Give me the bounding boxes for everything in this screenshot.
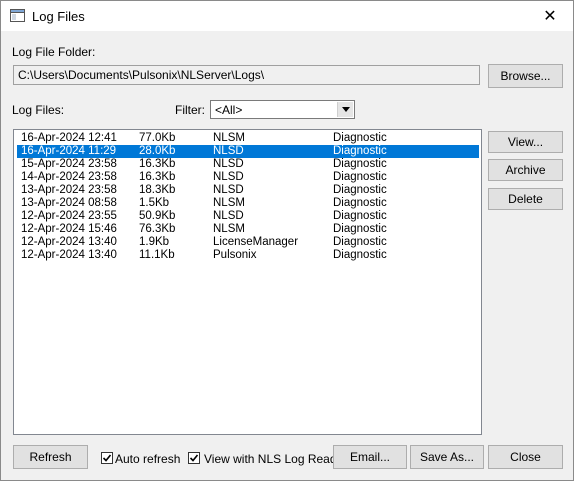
view-button-label: View...	[507, 135, 544, 149]
row-size: 28.0Kb	[139, 145, 176, 157]
row-date: 12-Apr-2024 13:40	[21, 249, 117, 261]
row-source: NLSD	[213, 158, 244, 170]
browse-button-label: Browse...	[500, 69, 551, 83]
row-type: Diagnostic	[333, 249, 387, 261]
row-date: 12-Apr-2024 15:46	[21, 223, 117, 235]
close-icon[interactable]: ✕	[527, 1, 573, 31]
row-source: NLSD	[213, 210, 244, 222]
delete-button-label: Delete	[508, 192, 543, 206]
row-source: NLSM	[213, 132, 245, 144]
row-source: NLSD	[213, 145, 244, 157]
auto-refresh-label[interactable]: Auto refresh	[115, 452, 180, 466]
table-row[interactable]: 13-Apr-2024 23:58 18.3Kb NLSD Diagnostic	[17, 184, 479, 197]
save-as-button[interactable]: Save As...	[410, 445, 484, 469]
table-row[interactable]: 12-Apr-2024 23:55 50.9Kb NLSD Diagnostic	[17, 210, 479, 223]
folder-label: Log File Folder:	[12, 45, 96, 59]
row-date: 16-Apr-2024 12:41	[21, 132, 117, 144]
table-row[interactable]: 12-Apr-2024 13:40 11.1Kb Pulsonix Diagnosti…	[17, 249, 479, 262]
browse-button[interactable]: Browse...	[488, 64, 563, 88]
row-source: NLSM	[213, 197, 245, 209]
table-row[interactable]: 15-Apr-2024 23:58 16.3Kb NLSD Diagnostic	[17, 158, 479, 171]
archive-button-label: Archive	[505, 163, 546, 177]
row-type: Diagnostic	[333, 158, 387, 170]
row-type: Diagnostic	[333, 132, 387, 144]
auto-refresh-checkbox[interactable]	[101, 452, 113, 464]
filter-dropdown[interactable]: <All>	[210, 100, 355, 119]
row-type: Diagnostic	[333, 236, 387, 248]
row-source: LicenseManager	[213, 236, 299, 248]
email-button[interactable]: Email...	[333, 445, 407, 469]
refresh-button-label: Refresh	[29, 450, 72, 464]
table-row[interactable]: 13-Apr-2024 08:58 1.5Kb NLSM Diagnostic	[17, 197, 479, 210]
view-with-reader-label[interactable]: View with NLS Log Reader	[204, 452, 347, 466]
check-icon	[189, 454, 199, 462]
row-size: 77.0Kb	[139, 132, 176, 144]
row-size: 76.3Kb	[139, 223, 176, 235]
row-type: Diagnostic	[333, 223, 387, 235]
row-size: 1.5Kb	[139, 197, 170, 209]
log-files-label: Log Files:	[12, 103, 65, 117]
log-files-dialog: Log Files ✕ Log File Folder: C:\Users\Do…	[0, 0, 574, 481]
row-size: 16.3Kb	[139, 171, 176, 183]
row-date: 14-Apr-2024 23:58	[21, 171, 117, 183]
row-date: 16-Apr-2024 11:29	[21, 145, 117, 157]
filter-value: <All>	[215, 103, 243, 117]
row-date: 15-Apr-2024 23:58	[21, 158, 117, 170]
title-bar: Log Files ✕	[1, 1, 573, 31]
log-files-list[interactable]: 16-Apr-2024 12:41 77.0Kb NLSM Diagnostic 16-…	[13, 129, 482, 435]
filter-label: Filter:	[175, 103, 205, 117]
row-size: 50.9Kb	[139, 210, 176, 222]
row-type: Diagnostic	[333, 184, 387, 196]
row-size: 16.3Kb	[139, 158, 176, 170]
check-icon	[102, 454, 112, 462]
delete-button[interactable]: Delete	[488, 188, 563, 210]
log-window-icon	[10, 9, 25, 22]
row-type: Diagnostic	[333, 171, 387, 183]
row-date: 12-Apr-2024 13:40	[21, 236, 117, 248]
row-source: NLSD	[213, 184, 244, 196]
row-size: 11.1Kb	[139, 249, 175, 261]
chevron-down-icon[interactable]	[337, 102, 353, 117]
row-date: 13-Apr-2024 08:58	[21, 197, 117, 209]
row-size: 18.3Kb	[139, 184, 176, 196]
view-button[interactable]: View...	[488, 131, 563, 153]
row-type: Diagnostic	[333, 210, 387, 222]
row-date: 13-Apr-2024 23:58	[21, 184, 117, 196]
row-size: 1.9Kb	[139, 236, 170, 248]
view-with-reader-checkbox[interactable]	[188, 452, 200, 464]
table-row[interactable]: 12-Apr-2024 15:46 76.3Kb NLSM Diagnostic	[17, 223, 479, 236]
close-button[interactable]: Close	[488, 445, 563, 469]
row-type: Diagnostic	[333, 197, 387, 209]
folder-path-field: C:\Users\Documents\Pulsonix\NLServer\Log…	[13, 65, 480, 85]
window-title: Log Files	[32, 9, 85, 24]
archive-button[interactable]: Archive	[488, 159, 563, 181]
row-type: Diagnostic	[333, 145, 387, 157]
save-as-button-label: Save As...	[419, 450, 475, 464]
row-date: 12-Apr-2024 23:55	[21, 210, 117, 222]
table-row[interactable]: 16-Apr-2024 11:29 28.0Kb NLSD Diagnostic	[17, 145, 479, 158]
table-row[interactable]: 14-Apr-2024 23:58 16.3Kb NLSD Diagnostic	[17, 171, 479, 184]
refresh-button[interactable]: Refresh	[13, 445, 88, 469]
row-source: NLSD	[213, 171, 244, 183]
row-source: NLSM	[213, 223, 245, 235]
close-button-label: Close	[510, 450, 541, 464]
email-button-label: Email...	[349, 450, 390, 464]
row-source: Pulsonix	[213, 249, 257, 261]
table-row[interactable]: 16-Apr-2024 12:41 77.0Kb NLSM Diagnostic	[17, 132, 479, 145]
table-row[interactable]: 12-Apr-2024 13:40 1.9Kb LicenseManager Diag…	[17, 236, 479, 249]
